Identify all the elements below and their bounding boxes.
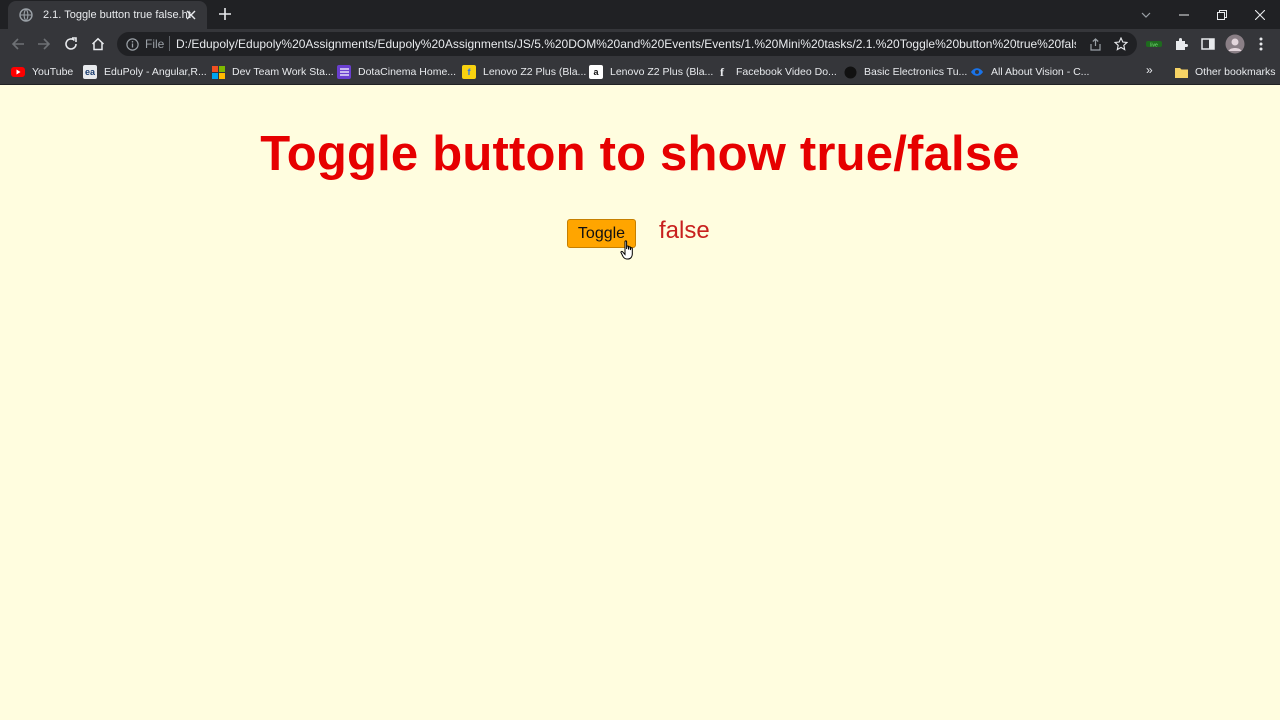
forward-icon[interactable]: [33, 33, 55, 55]
microsoft-icon: [211, 65, 225, 79]
address-bar[interactable]: File D:/Edupoly/Edupoly%20Assignments/Ed…: [117, 32, 1137, 56]
circle-icon: [843, 65, 857, 79]
bookmark-label: Facebook Video Do...: [736, 66, 837, 78]
tab-search-icon[interactable]: [1127, 0, 1165, 29]
bookmark-label: DotaCinema Home...: [358, 66, 457, 78]
flipkart-icon: f: [462, 65, 476, 79]
info-icon[interactable]: [124, 36, 140, 52]
amazon-icon: a: [589, 65, 603, 79]
bookmark-basic-electronics[interactable]: Basic Electronics Tu...: [843, 63, 967, 81]
other-bookmarks-label: Other bookmarks: [1195, 66, 1276, 78]
bookmark-label: Basic Electronics Tu...: [864, 66, 968, 78]
back-icon[interactable]: [7, 33, 29, 55]
svg-text:live: live: [1150, 42, 1158, 48]
bookmark-label: Lenovo Z2 Plus (Bla...: [610, 66, 714, 78]
browser-tab[interactable]: 2.1. Toggle button true false.html: [8, 1, 207, 29]
restore-icon[interactable]: [1203, 0, 1241, 29]
close-window-icon[interactable]: [1241, 0, 1279, 29]
bookmark-facebook-video[interactable]: f Facebook Video Do...: [715, 63, 837, 81]
bookmark-dev-team[interactable]: Dev Team Work Sta...: [211, 63, 334, 81]
more-bookmarks-chevron[interactable]: »: [1146, 63, 1153, 77]
side-panel-icon[interactable]: [1197, 33, 1219, 55]
bookmark-label: Dev Team Work Sta...: [232, 66, 334, 78]
reload-icon[interactable]: [60, 33, 82, 55]
bookmark-label: All About Vision - C...: [991, 66, 1090, 78]
bookmark-lenovo-amazon[interactable]: a Lenovo Z2 Plus (Bla...: [589, 63, 713, 81]
facebook-icon: f: [720, 64, 724, 79]
bookmark-label: Lenovo Z2 Plus (Bla...: [483, 66, 587, 78]
minimize-icon[interactable]: [1165, 0, 1203, 29]
eye-icon: [970, 65, 984, 79]
bookmark-label: EduPoly - Angular,R...: [104, 66, 207, 78]
tab-strip: 2.1. Toggle button true false.html: [0, 0, 1280, 29]
omnibox-divider: [169, 36, 170, 51]
bookmarks-bar: YouTube ea EduPoly - Angular,R... Dev Te…: [0, 59, 1280, 85]
profile-avatar[interactable]: [1224, 33, 1246, 55]
url-text[interactable]: D:/Edupoly/Edupoly%20Assignments/Edupoly…: [176, 37, 1076, 51]
extensions-puzzle-icon[interactable]: [1170, 33, 1192, 55]
folder-icon: [1174, 65, 1188, 79]
bookmark-label: YouTube: [32, 66, 74, 78]
other-bookmarks[interactable]: Other bookmarks: [1174, 63, 1276, 81]
tab-title: 2.1. Toggle button true false.html: [43, 9, 191, 21]
bookmark-all-about-vision[interactable]: All About Vision - C...: [970, 63, 1089, 81]
menu-kebab-icon[interactable]: [1250, 33, 1272, 55]
bookmark-edupoly[interactable]: ea EduPoly - Angular,R...: [83, 63, 207, 81]
bookmark-dotacinema[interactable]: DotaCinema Home...: [337, 63, 456, 81]
bookmark-lenovo-flipkart[interactable]: f Lenovo Z2 Plus (Bla...: [462, 63, 586, 81]
bookmark-star-icon[interactable]: [1113, 36, 1129, 52]
list-icon: [337, 65, 351, 79]
close-tab-icon[interactable]: [183, 7, 199, 23]
bookmark-youtube[interactable]: YouTube: [11, 63, 73, 81]
edupoly-icon: ea: [83, 65, 97, 79]
page-viewport: Toggle button to show true/false Toggle …: [0, 86, 1280, 720]
youtube-icon: [11, 65, 25, 79]
url-scheme-label: File: [145, 37, 165, 51]
home-icon[interactable]: [87, 33, 109, 55]
page-title: Toggle button to show true/false: [260, 127, 1020, 181]
extension-badge-icon[interactable]: live: [1143, 33, 1165, 55]
toggle-result-text: false: [659, 217, 710, 244]
globe-icon: [18, 7, 34, 23]
share-icon[interactable]: [1087, 36, 1103, 52]
hand-pointer-cursor-icon: [620, 240, 633, 260]
new-tab-icon[interactable]: [215, 4, 235, 24]
